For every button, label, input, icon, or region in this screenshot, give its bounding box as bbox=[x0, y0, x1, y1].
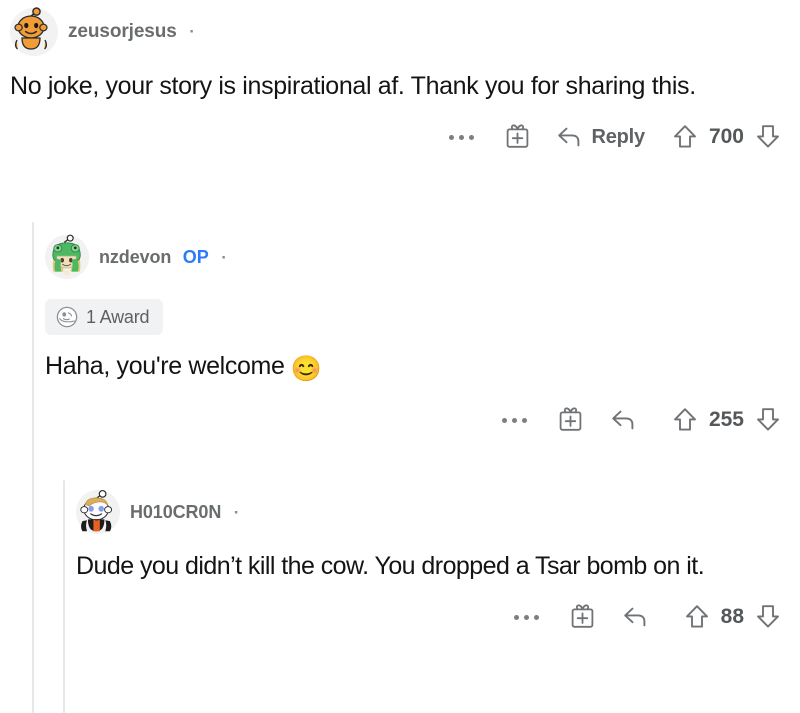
comment-text: No joke, your story is inspirational af.… bbox=[10, 72, 696, 100]
username-row: H010CR0N · bbox=[130, 502, 246, 523]
award-badge[interactable]: 1 Award bbox=[45, 299, 164, 335]
username[interactable]: zeusorjesus bbox=[68, 21, 177, 42]
dot bbox=[512, 417, 518, 423]
comment-body: Dude you didn’t kill the cow. You droppe… bbox=[76, 550, 790, 582]
smiling-face-emoji: 😊 bbox=[290, 355, 322, 383]
more-options-button[interactable] bbox=[434, 122, 488, 152]
comment-text: Dude you didn’t kill the cow. You droppe… bbox=[76, 552, 705, 580]
dot bbox=[458, 134, 464, 140]
upvote-button[interactable] bbox=[675, 600, 719, 634]
username[interactable]: H010CR0N bbox=[130, 502, 221, 522]
comment-thread: zeusorjesus · No joke, your story is ins… bbox=[0, 0, 800, 713]
comment-h010cr0n: H010CR0N · Dude you didn’t kill the cow.… bbox=[76, 489, 790, 634]
comment-header: nzdevon OP · bbox=[45, 234, 790, 279]
give-award-button[interactable] bbox=[554, 600, 612, 634]
upvote-arrow-icon bbox=[685, 605, 708, 628]
more-options-button[interactable] bbox=[500, 602, 554, 632]
comment-text: Haha, you're welcome bbox=[45, 352, 285, 380]
give-award-button[interactable] bbox=[488, 120, 546, 154]
reply-button[interactable] bbox=[604, 403, 651, 437]
award-label: 1 Award bbox=[86, 306, 150, 327]
comment-zeusorjesus: zeusorjesus · No joke, your story is ins… bbox=[10, 7, 790, 154]
reply-button[interactable] bbox=[616, 600, 663, 634]
username-row: zeusorjesus · bbox=[68, 21, 202, 43]
downvote-arrow-icon bbox=[757, 408, 779, 431]
comment-header: zeusorjesus · bbox=[10, 7, 790, 56]
downvote-button[interactable] bbox=[746, 403, 790, 437]
upvote-arrow-icon bbox=[674, 125, 696, 148]
dot bbox=[534, 614, 540, 620]
reply-arrow-icon bbox=[558, 127, 580, 147]
upvote-arrow-icon bbox=[674, 408, 696, 431]
give-award-button[interactable] bbox=[542, 403, 600, 437]
downvote-button[interactable] bbox=[746, 120, 790, 154]
downvote-button[interactable] bbox=[746, 600, 790, 634]
comment-action-bar: Reply 700 bbox=[10, 120, 790, 154]
reply-button[interactable]: Reply bbox=[550, 120, 650, 154]
dot bbox=[448, 134, 454, 140]
reply-label: Reply bbox=[591, 125, 645, 148]
vote-score: 255 bbox=[708, 408, 744, 431]
award-icon bbox=[56, 306, 78, 328]
avatar-zeusorjesus[interactable] bbox=[10, 7, 58, 56]
vote-score: 700 bbox=[708, 125, 744, 148]
reply-arrow-icon bbox=[612, 410, 634, 430]
comment-header: H010CR0N · bbox=[76, 489, 790, 534]
comment-body: No joke, your story is inspirational af.… bbox=[10, 70, 790, 102]
username-row: nzdevon OP · bbox=[99, 247, 234, 268]
dot bbox=[514, 614, 520, 620]
meta-separator: · bbox=[233, 502, 240, 522]
upvote-button[interactable] bbox=[663, 403, 707, 437]
username[interactable]: nzdevon bbox=[99, 247, 171, 267]
upvote-button[interactable] bbox=[663, 120, 707, 154]
avatar-h010cr0n[interactable] bbox=[76, 489, 120, 534]
threadline-depth-2[interactable] bbox=[63, 480, 65, 713]
vote-score: 88 bbox=[720, 605, 744, 628]
comment-nzdevon: nzdevon OP · 1 Award Haha, you're welcom… bbox=[45, 234, 790, 437]
comment-body: Haha, you're welcome 😊 bbox=[45, 350, 790, 385]
comment-action-bar: 255 bbox=[45, 403, 790, 437]
avatar-nzdevon[interactable] bbox=[45, 234, 89, 279]
downvote-arrow-icon bbox=[757, 605, 779, 628]
threadline-depth-1[interactable] bbox=[32, 222, 34, 713]
downvote-arrow-icon bbox=[757, 125, 779, 148]
comment-action-bar: 88 bbox=[76, 600, 790, 634]
dot bbox=[524, 614, 530, 620]
reply-arrow-icon bbox=[623, 607, 645, 627]
dot bbox=[502, 417, 508, 423]
dot bbox=[468, 134, 474, 140]
meta-separator: · bbox=[221, 247, 227, 267]
dot bbox=[522, 417, 528, 423]
more-options-button[interactable] bbox=[488, 405, 542, 435]
op-badge: OP bbox=[182, 246, 209, 267]
meta-separator: · bbox=[189, 22, 195, 41]
